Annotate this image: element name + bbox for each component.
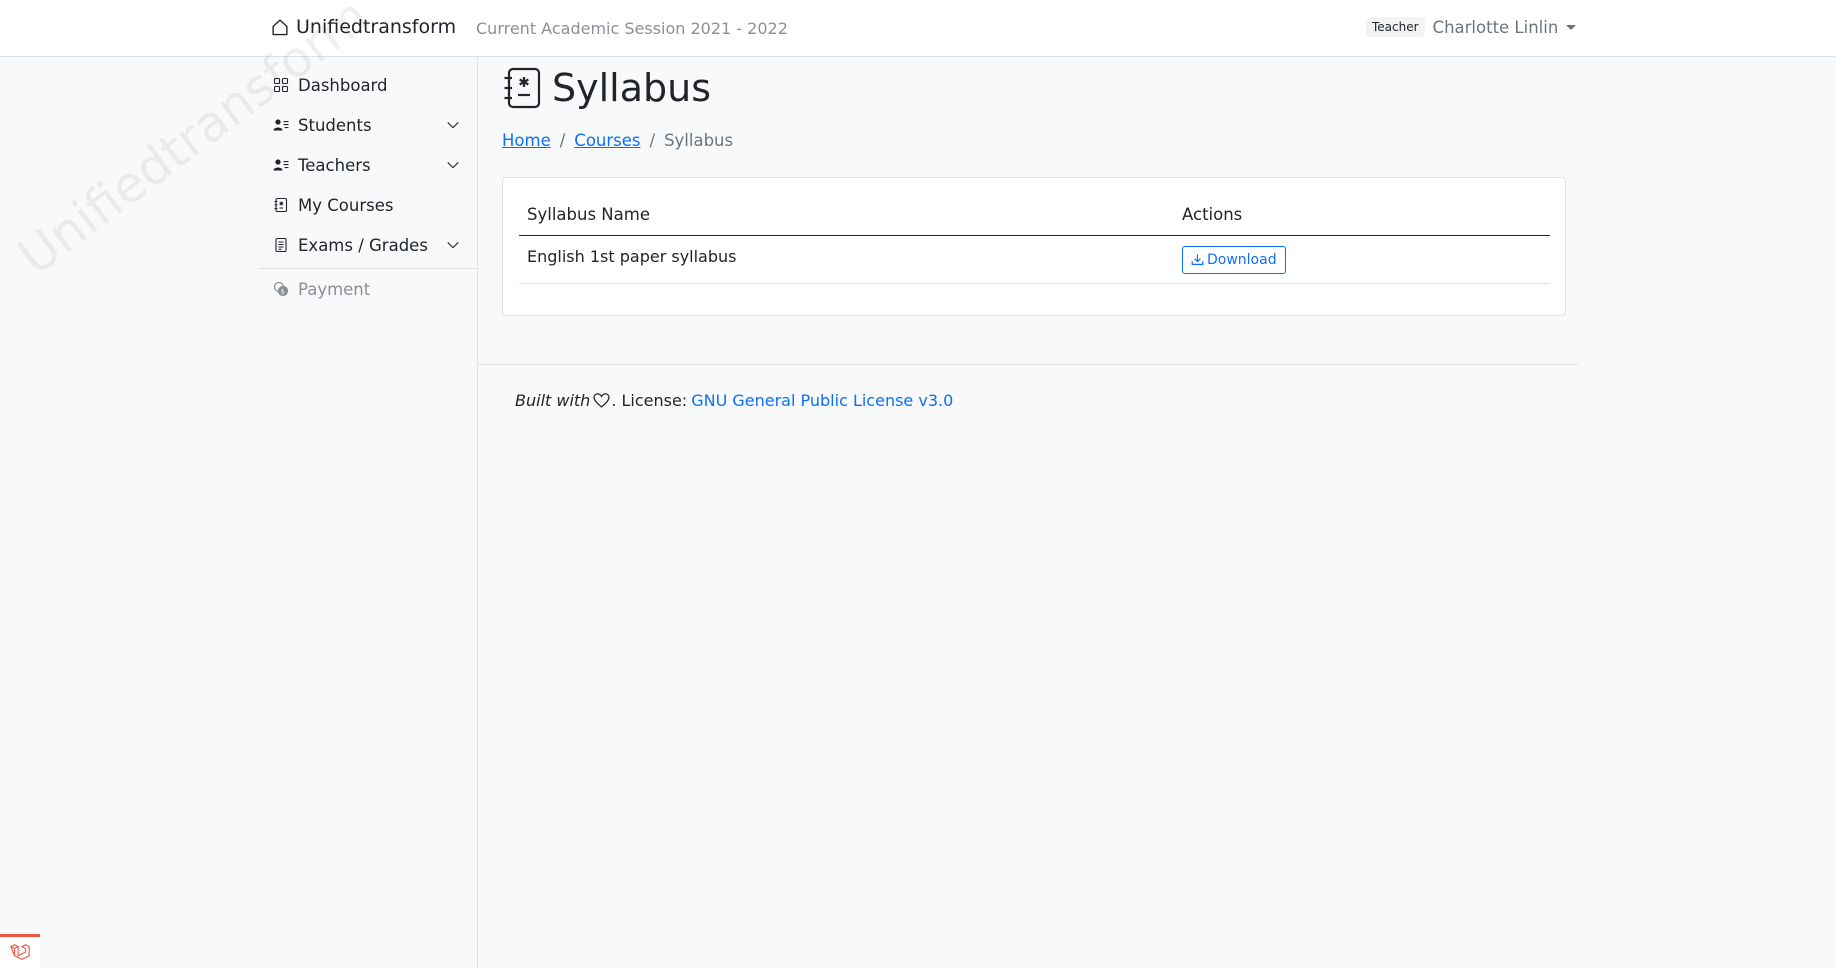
journal-medical-icon	[273, 197, 289, 213]
sidebar-item-label: Exams / Grades	[298, 235, 428, 255]
sidebar-item-label: Payment	[298, 279, 371, 299]
sidebar-item-payment[interactable]: $ Payment	[258, 269, 477, 309]
sidebar-item-label: Students	[298, 115, 372, 135]
syllabus-name-cell: English 1st paper syllabus	[527, 247, 737, 266]
grid-icon	[273, 77, 289, 93]
top-navbar: Unifiedtransform Current Academic Sessio…	[0, 0, 1836, 57]
breadcrumb: Home / Courses / Syllabus	[502, 131, 733, 150]
syllabus-table: Syllabus Name Actions English 1st paper …	[519, 194, 1550, 284]
table-row: English 1st paper syllabus Download	[519, 236, 1550, 284]
actions-cell: Download	[1174, 245, 1286, 274]
syllabus-card: Syllabus Name Actions English 1st paper …	[502, 177, 1566, 316]
built-with-text: Built with	[515, 391, 591, 410]
download-button[interactable]: Download	[1182, 245, 1286, 274]
sidebar: Dashboard Students Teachers My Courses E…	[258, 57, 477, 309]
sidebar-item-my-courses[interactable]: My Courses	[258, 185, 477, 225]
person-lines-icon	[273, 117, 289, 133]
breadcrumb-separator: /	[559, 131, 566, 150]
page-title-text: Syllabus	[552, 66, 712, 110]
coin-icon: $	[273, 281, 289, 297]
column-header-actions: Actions	[1182, 205, 1243, 224]
license-label: . License:	[611, 391, 688, 410]
sidebar-item-label: Dashboard	[298, 75, 388, 95]
svg-text:$: $	[281, 288, 285, 296]
user-name: Charlotte Linlin	[1432, 17, 1559, 37]
person-lines-icon	[273, 157, 289, 173]
breadcrumb-courses-link[interactable]: Courses	[574, 131, 640, 150]
user-menu[interactable]: Teacher Charlotte Linlin	[1366, 17, 1577, 37]
laravel-debug-badge[interactable]	[0, 934, 40, 968]
sidebar-item-students[interactable]: Students	[258, 105, 477, 145]
academic-session-text: Current Academic Session 2021 - 2022	[476, 19, 788, 38]
footer: Built with . License: GNU General Public…	[515, 391, 953, 410]
license-link[interactable]: GNU General Public License v3.0	[691, 391, 953, 410]
sidebar-item-teachers[interactable]: Teachers	[258, 145, 477, 185]
journal-medical-icon	[502, 66, 542, 110]
download-icon	[1191, 254, 1204, 265]
column-header-syllabus-name: Syllabus Name	[527, 205, 650, 224]
page-title: Syllabus	[502, 66, 711, 110]
table-header: Syllabus Name Actions	[519, 194, 1550, 236]
sidebar-item-label: Teachers	[298, 155, 371, 175]
download-button-label: Download	[1207, 251, 1277, 268]
chevron-down-icon[interactable]	[446, 238, 460, 252]
caret-down-icon	[1566, 24, 1577, 30]
brand-link[interactable]: Unifiedtransform	[270, 16, 456, 38]
chevron-down-icon[interactable]	[446, 118, 460, 132]
role-badge: Teacher	[1366, 17, 1425, 37]
breadcrumb-current: Syllabus	[664, 131, 734, 150]
brand-name: Unifiedtransform	[296, 16, 457, 38]
heart-icon	[593, 393, 610, 408]
sidebar-item-dashboard[interactable]: Dashboard	[258, 65, 477, 105]
chevron-down-icon[interactable]	[446, 158, 460, 172]
sidebar-item-label: My Courses	[298, 195, 394, 215]
laravel-logo-icon	[10, 943, 30, 960]
file-text-icon	[273, 237, 289, 253]
breadcrumb-home-link[interactable]: Home	[502, 131, 551, 150]
user-dropdown-toggle[interactable]: Charlotte Linlin	[1433, 18, 1577, 37]
sidebar-divider	[477, 57, 478, 968]
breadcrumb-separator: /	[649, 131, 656, 150]
footer-divider	[478, 364, 1578, 365]
house-icon	[270, 17, 290, 37]
sidebar-item-exams-grades[interactable]: Exams / Grades	[258, 225, 477, 265]
